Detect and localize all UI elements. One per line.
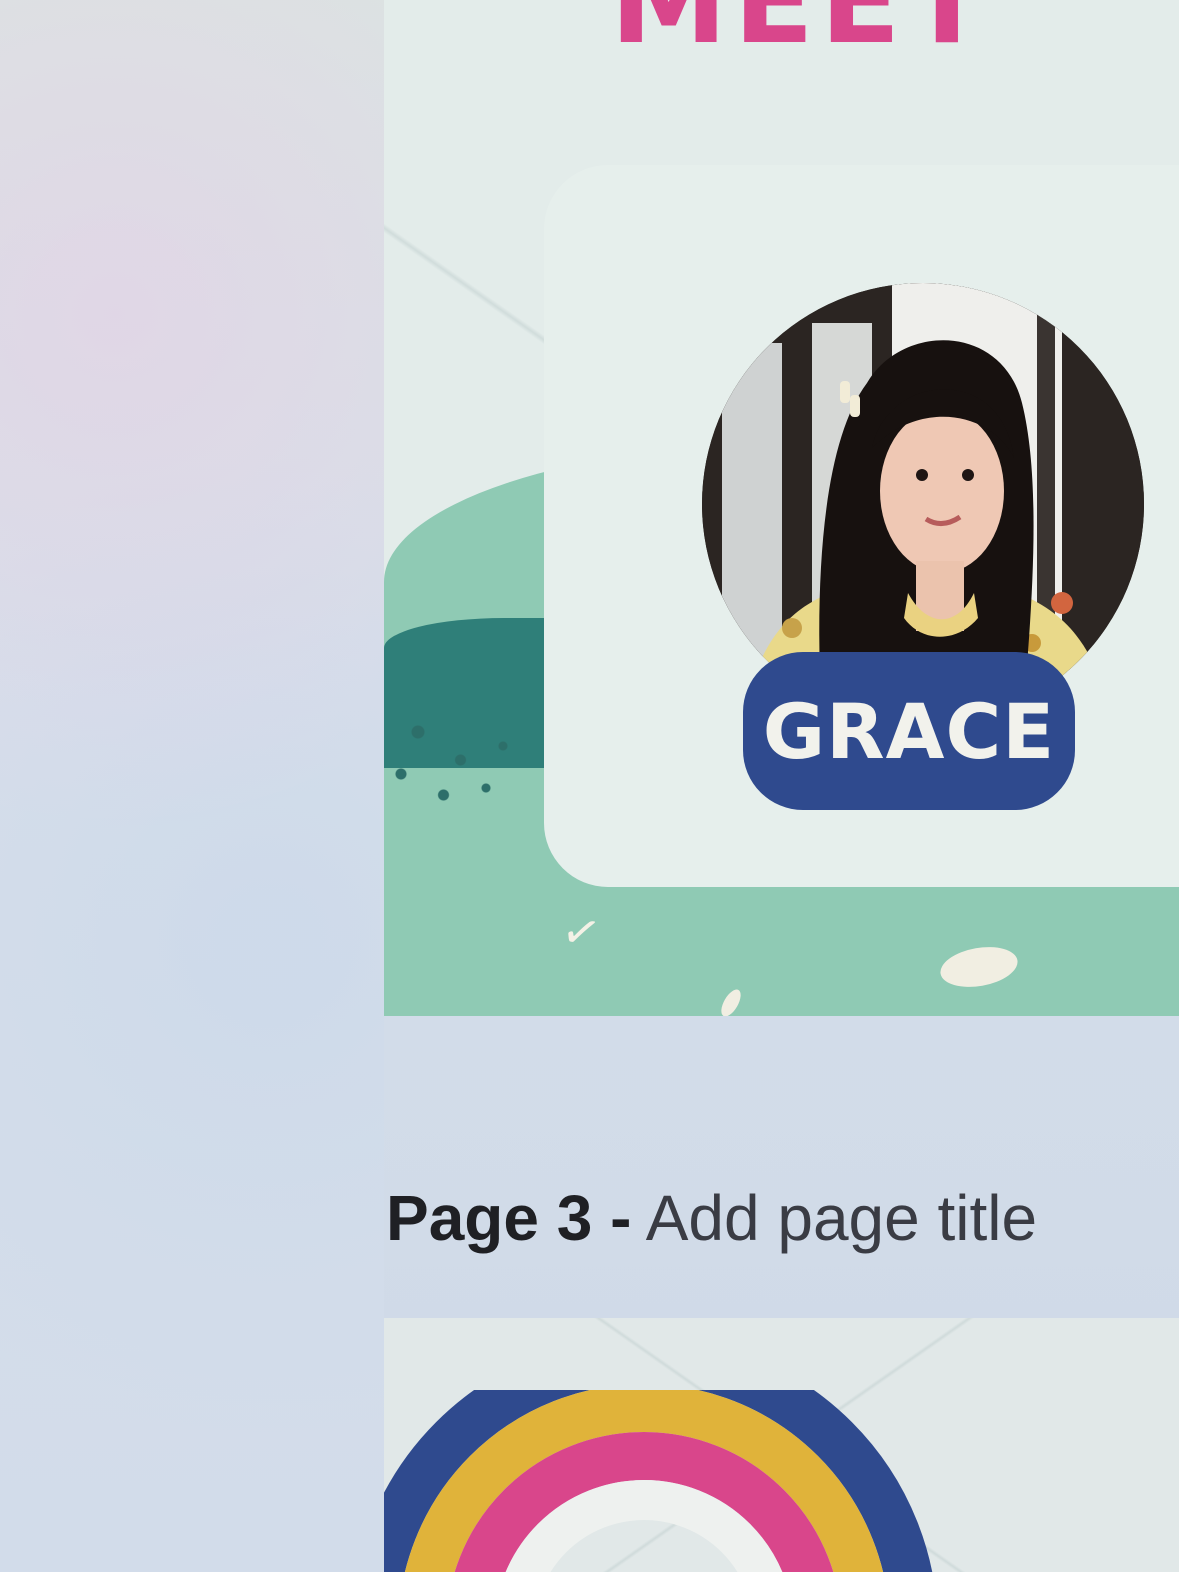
rainbow-graphic[interactable] [384,1390,974,1572]
page-3-title-row: Page 3 - Add page title [386,1186,1037,1250]
page-title-input[interactable]: Add page title [646,1182,1037,1254]
page-2-canvas[interactable]: MEET GRACE ✓ [384,0,1179,1016]
design-editor-screen: MEET GRACE ✓ Page 3 - Add page title [0,0,1179,1572]
meet-heading[interactable]: MEET [610,0,993,60]
editor-workspace-background [0,0,384,1572]
page-title-separator: - [610,1182,632,1254]
member-name-badge[interactable]: GRACE [743,652,1075,810]
leaves-decoration [384,690,554,830]
page-number-label: Page 3 [386,1182,593,1254]
page-3-canvas[interactable] [384,1318,1179,1572]
